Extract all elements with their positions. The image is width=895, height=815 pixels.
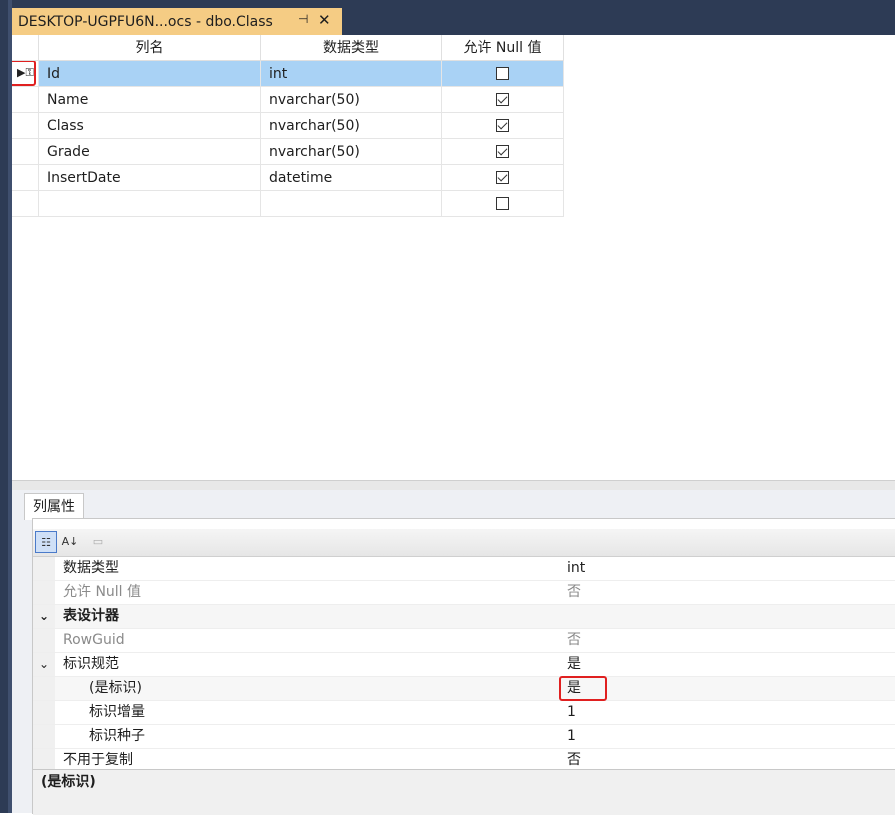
column-name-header: 列名 xyxy=(39,35,261,61)
allow-null-cell[interactable] xyxy=(442,61,564,87)
property-description-pane: (是标识) xyxy=(33,769,895,815)
property-value[interactable]: 1 xyxy=(567,725,576,748)
document-tab-title: DESKTOP-UGPFU6N...ocs - dbo.Class xyxy=(18,13,273,30)
alphabetical-sort-icon[interactable]: A↓ xyxy=(59,531,81,553)
property-value[interactable]: int xyxy=(567,557,585,580)
table-row[interactable]: Name nvarchar(50) xyxy=(12,87,564,113)
row-gutter xyxy=(33,677,55,700)
property-grid-container: ☷ A↓ ▭ 数据类型 int 允许 Null 值 否 ⌄ 表设计器 RowGu… xyxy=(32,518,895,815)
allow-null-checkbox[interactable] xyxy=(496,171,509,184)
allow-null-checkbox[interactable] xyxy=(496,119,509,132)
document-tab[interactable]: DESKTOP-UGPFU6N...ocs - dbo.Class ⊣ ✕ xyxy=(12,8,342,35)
allow-null-checkbox[interactable] xyxy=(496,197,509,210)
property-description-title: (是标识) xyxy=(41,774,96,790)
allow-null-cell[interactable] xyxy=(442,139,564,165)
categorized-icon[interactable]: ☷ xyxy=(35,531,57,553)
property-name: 标识增量 xyxy=(89,704,145,720)
row-gutter xyxy=(33,629,55,652)
row-selector[interactable]: ▶⚿ xyxy=(12,61,39,87)
row-selector[interactable] xyxy=(12,139,39,165)
highlight-box xyxy=(12,61,36,86)
table-row[interactable]: Class nvarchar(50) xyxy=(12,113,564,139)
property-value[interactable]: 1 xyxy=(567,701,576,724)
column-name-cell[interactable]: Class xyxy=(39,113,261,139)
pin-icon[interactable]: ⊣ xyxy=(298,12,308,26)
column-name-cell[interactable]: Name xyxy=(39,87,261,113)
data-type-cell[interactable]: nvarchar(50) xyxy=(261,113,442,139)
allow-null-header: 允许 Null 值 xyxy=(442,35,564,61)
property-value[interactable]: 否 xyxy=(567,629,581,652)
column-properties-panel: 列属性 ☷ A↓ ▭ 数据类型 int 允许 Null 值 否 ⌄ 表设计器 R… xyxy=(12,490,895,815)
row-selector[interactable] xyxy=(12,87,39,113)
property-value[interactable]: 是 xyxy=(567,653,581,676)
category-name: 表设计器 xyxy=(63,608,119,624)
left-frame xyxy=(0,0,12,813)
property-name: 允许 Null 值 xyxy=(63,584,142,600)
panel-splitter[interactable] xyxy=(12,480,895,490)
allow-null-checkbox[interactable] xyxy=(496,145,509,158)
chevron-down-icon[interactable]: ⌄ xyxy=(33,605,55,628)
chevron-down-icon[interactable]: ⌄ xyxy=(33,653,55,676)
table-row[interactable]: ▶⚿ Id int xyxy=(12,61,564,87)
data-type-cell[interactable]: datetime xyxy=(261,165,442,191)
property-row[interactable]: 标识增量 1 xyxy=(33,701,895,725)
data-type-header: 数据类型 xyxy=(261,35,442,61)
property-row[interactable]: ⌄ 标识规范 是 xyxy=(33,653,895,677)
row-gutter xyxy=(33,557,55,580)
row-selector-header xyxy=(12,35,39,61)
allow-null-cell[interactable] xyxy=(442,113,564,139)
property-row[interactable]: 数据类型 int xyxy=(33,557,895,581)
property-row[interactable]: RowGuid 否 xyxy=(33,629,895,653)
tab-column-properties[interactable]: 列属性 xyxy=(24,493,84,520)
allow-null-cell[interactable] xyxy=(442,165,564,191)
column-name-cell[interactable]: Id xyxy=(39,61,261,87)
allow-null-checkbox[interactable] xyxy=(496,93,509,106)
row-gutter xyxy=(33,701,55,724)
data-type-cell[interactable]: nvarchar(50) xyxy=(261,139,442,165)
data-type-cell[interactable]: int xyxy=(261,61,442,87)
grid-header: 列名 数据类型 允许 Null 值 xyxy=(12,35,564,61)
property-row[interactable]: 允许 Null 值 否 xyxy=(33,581,895,605)
property-name: RowGuid xyxy=(63,632,125,648)
row-gutter xyxy=(33,581,55,604)
property-row[interactable]: 标识种子 1 xyxy=(33,725,895,749)
column-name-cell[interactable] xyxy=(39,191,261,217)
property-toolbar: ☷ A↓ ▭ xyxy=(33,529,895,557)
data-type-cell[interactable]: nvarchar(50) xyxy=(261,87,442,113)
allow-null-cell[interactable] xyxy=(442,87,564,113)
row-selector[interactable] xyxy=(12,191,39,217)
row-gutter xyxy=(33,725,55,748)
property-row[interactable]: (是标识) 是 xyxy=(33,676,895,701)
table-row[interactable]: Grade nvarchar(50) xyxy=(12,139,564,165)
property-name: 数据类型 xyxy=(63,560,119,576)
property-category-row[interactable]: ⌄ 表设计器 xyxy=(33,605,895,629)
data-type-cell[interactable] xyxy=(261,191,442,217)
row-selector[interactable] xyxy=(12,165,39,191)
allow-null-checkbox[interactable] xyxy=(496,67,509,80)
column-name-cell[interactable]: Grade xyxy=(39,139,261,165)
allow-null-cell[interactable] xyxy=(442,191,564,217)
property-value[interactable]: 否 xyxy=(567,581,581,604)
property-name: 标识种子 xyxy=(89,728,145,744)
close-icon[interactable]: ✕ xyxy=(318,11,331,29)
table-row[interactable] xyxy=(12,191,564,217)
table-designer-grid: 列名 数据类型 允许 Null 值 ▶⚿ Id int Name nvarcha… xyxy=(12,35,895,480)
property-name: (是标识) xyxy=(89,680,142,696)
property-grid: 数据类型 int 允许 Null 值 否 ⌄ 表设计器 RowGuid 否 ⌄ … xyxy=(33,557,895,773)
highlight-box xyxy=(559,676,607,701)
property-pages-icon[interactable]: ▭ xyxy=(87,531,109,553)
table-row[interactable]: InsertDate datetime xyxy=(12,165,564,191)
row-selector[interactable] xyxy=(12,113,39,139)
column-name-cell[interactable]: InsertDate xyxy=(39,165,261,191)
property-name: 标识规范 xyxy=(63,656,119,672)
